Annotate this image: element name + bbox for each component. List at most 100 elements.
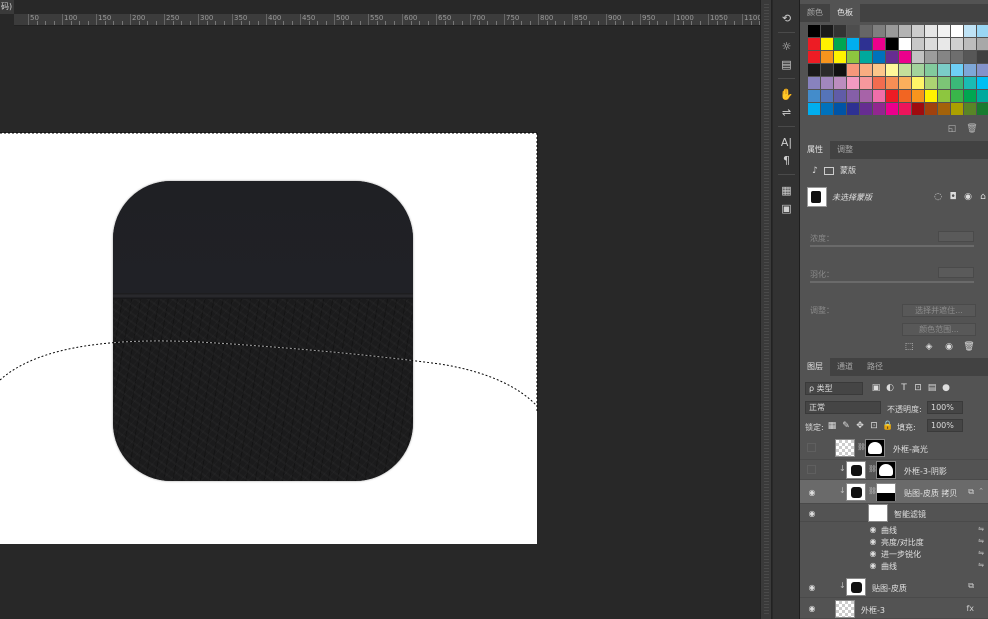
color-swatch[interactable] bbox=[860, 64, 872, 76]
color-swatch[interactable] bbox=[873, 64, 885, 76]
color-swatch[interactable] bbox=[951, 38, 963, 50]
adjustments-icon[interactable]: ☼ bbox=[778, 38, 795, 54]
eye-icon[interactable]: ◉ bbox=[807, 487, 817, 497]
feather-value[interactable] bbox=[938, 267, 974, 278]
delete-swatch-icon[interactable]: 🗑 bbox=[966, 123, 978, 135]
link-icon[interactable]: ⛓ bbox=[868, 487, 877, 495]
tab-paths[interactable]: 路径 bbox=[860, 358, 890, 376]
layer-row[interactable]: ◉ 智能滤镜 bbox=[800, 504, 988, 522]
color-swatch[interactable] bbox=[808, 25, 820, 37]
visibility-toggle[interactable] bbox=[807, 465, 816, 474]
canvas-area[interactable] bbox=[0, 26, 760, 619]
color-swatch[interactable] bbox=[834, 38, 846, 50]
visibility-toggle[interactable] bbox=[807, 443, 816, 452]
filter-row[interactable]: ◉ 进一步锐化 ⇋ bbox=[800, 547, 988, 560]
color-swatch[interactable] bbox=[873, 25, 885, 37]
color-swatch[interactable] bbox=[821, 38, 833, 50]
document-canvas[interactable] bbox=[0, 133, 537, 544]
color-swatch[interactable] bbox=[886, 103, 898, 115]
color-swatch[interactable] bbox=[951, 103, 963, 115]
color-swatch[interactable] bbox=[912, 90, 924, 102]
filter-shape-icon[interactable]: ⊡ bbox=[913, 383, 923, 393]
color-swatch[interactable] bbox=[834, 64, 846, 76]
color-swatch[interactable] bbox=[951, 25, 963, 37]
fill-input[interactable]: 100% bbox=[927, 419, 963, 432]
color-swatch[interactable] bbox=[873, 77, 885, 89]
eye-icon[interactable]: ◉ bbox=[868, 560, 878, 570]
color-swatch[interactable] bbox=[899, 90, 911, 102]
color-swatch[interactable] bbox=[847, 77, 859, 89]
color-swatch[interactable] bbox=[925, 51, 937, 63]
apply-mask-footer-icon[interactable]: ◈ bbox=[924, 342, 934, 352]
fx-icon[interactable]: fx bbox=[966, 604, 974, 613]
color-swatch[interactable] bbox=[925, 90, 937, 102]
select-and-mask-button[interactable]: 选择并遮住... bbox=[902, 304, 976, 317]
color-swatch[interactable] bbox=[925, 77, 937, 89]
color-swatch[interactable] bbox=[951, 77, 963, 89]
color-swatch[interactable] bbox=[847, 103, 859, 115]
color-swatch[interactable] bbox=[847, 51, 859, 63]
link-icon[interactable]: ⛓ bbox=[868, 465, 877, 473]
tab-properties[interactable]: 属性 bbox=[800, 141, 830, 159]
filter-row[interactable]: ◉ 曲线 ⇋ bbox=[800, 559, 988, 572]
eye-icon[interactable]: ◉ bbox=[807, 508, 817, 518]
filter-row[interactable]: ◉ 曲线 ⇋ bbox=[800, 523, 988, 536]
color-swatch[interactable] bbox=[886, 77, 898, 89]
color-swatch[interactable] bbox=[912, 51, 924, 63]
tab-swatches[interactable]: 色板 bbox=[830, 4, 860, 22]
color-swatch[interactable] bbox=[821, 103, 833, 115]
color-swatch[interactable] bbox=[912, 103, 924, 115]
color-swatch[interactable] bbox=[847, 38, 859, 50]
color-swatch[interactable] bbox=[860, 103, 872, 115]
filter-options-icon[interactable]: ⇋ bbox=[978, 525, 984, 533]
color-swatch[interactable] bbox=[964, 103, 976, 115]
density-slider[interactable] bbox=[810, 245, 974, 247]
color-swatch[interactable] bbox=[899, 77, 911, 89]
color-swatch[interactable] bbox=[808, 51, 820, 63]
eye-icon[interactable]: ◉ bbox=[868, 524, 878, 534]
color-swatch[interactable] bbox=[821, 25, 833, 37]
color-swatch[interactable] bbox=[938, 38, 950, 50]
filter-toggle-icon[interactable]: ● bbox=[941, 383, 951, 393]
color-swatch[interactable] bbox=[925, 64, 937, 76]
delete-mask-icon[interactable]: ⌂ bbox=[978, 192, 988, 202]
color-swatch[interactable] bbox=[834, 103, 846, 115]
color-range-button[interactable]: 颜色范围... bbox=[902, 323, 976, 336]
color-swatch[interactable] bbox=[886, 51, 898, 63]
link-icon[interactable]: ⛓ bbox=[857, 443, 866, 451]
filter-adjustment-icon[interactable]: ◐ bbox=[885, 383, 895, 393]
tab-layers[interactable]: 图层 bbox=[800, 358, 830, 376]
color-swatch[interactable] bbox=[860, 51, 872, 63]
color-swatch[interactable] bbox=[977, 38, 988, 50]
layer-row[interactable]: ◉ ↓ ⛓ 贴图-皮质 拷贝 ⧉ ⌃ bbox=[800, 480, 988, 504]
filter-row[interactable]: ◉ 亮度/对比度 ⇋ bbox=[800, 535, 988, 548]
color-swatch[interactable] bbox=[912, 64, 924, 76]
vector-mask-icon[interactable] bbox=[824, 166, 834, 175]
color-swatch[interactable] bbox=[938, 90, 950, 102]
tab-color[interactable]: 颜色 bbox=[800, 4, 830, 22]
filter-options-icon[interactable]: ⇋ bbox=[978, 549, 984, 557]
filter-pixel-icon[interactable]: ▣ bbox=[871, 383, 881, 393]
pixel-mask-icon[interactable]: ♪ bbox=[810, 166, 820, 176]
eye-icon[interactable]: ◉ bbox=[807, 582, 817, 592]
color-swatch[interactable] bbox=[808, 64, 820, 76]
color-swatch[interactable] bbox=[834, 25, 846, 37]
color-swatch[interactable] bbox=[964, 51, 976, 63]
eye-icon[interactable]: ◉ bbox=[807, 604, 817, 614]
color-swatch[interactable] bbox=[938, 77, 950, 89]
color-swatch[interactable] bbox=[873, 51, 885, 63]
layer-mask-thumbnail[interactable] bbox=[865, 439, 885, 457]
brush-presets-icon[interactable]: ✋ bbox=[778, 86, 795, 102]
color-swatch[interactable] bbox=[886, 90, 898, 102]
color-swatch[interactable] bbox=[964, 25, 976, 37]
color-swatch[interactable] bbox=[834, 90, 846, 102]
layer-row[interactable]: ◉ ↓ 贴图-皮质 bbox=[800, 576, 988, 598]
layer-row[interactable]: ⛓ 外框-高光 bbox=[800, 436, 988, 460]
load-selection-icon[interactable]: ◌ bbox=[933, 192, 943, 202]
filter-options-icon[interactable]: ⇋ bbox=[978, 537, 984, 545]
collapse-chevron-icon[interactable]: ⌃ bbox=[978, 487, 984, 495]
color-swatch[interactable] bbox=[964, 64, 976, 76]
layer-row[interactable]: ◉ 外框-3 bbox=[800, 598, 988, 619]
color-swatch[interactable] bbox=[925, 103, 937, 115]
color-swatch[interactable] bbox=[912, 77, 924, 89]
